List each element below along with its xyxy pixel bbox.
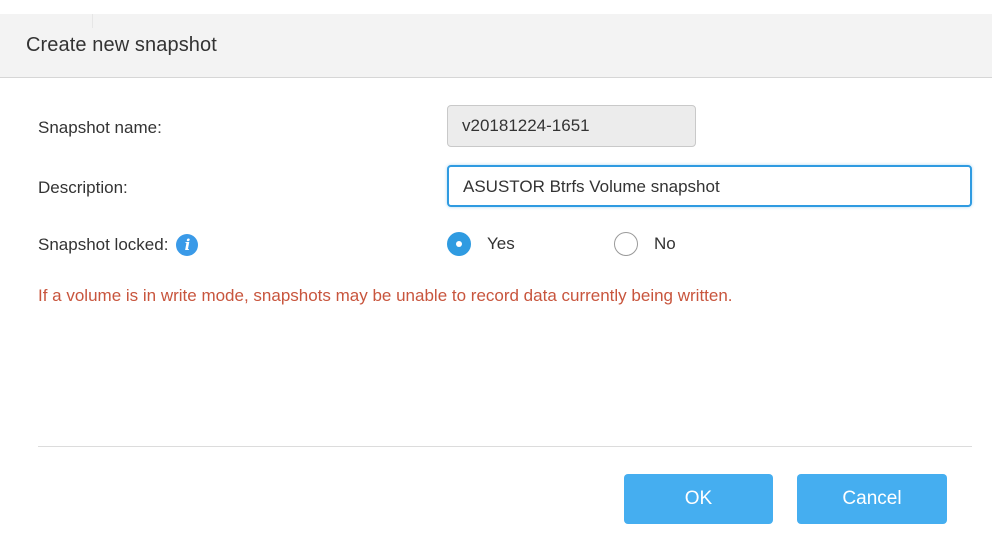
description-field[interactable]: ASUSTOR Btrfs Volume snapshot bbox=[447, 165, 972, 207]
radio-no-unselected-icon[interactable] bbox=[614, 232, 638, 256]
cancel-button[interactable]: Cancel bbox=[797, 474, 947, 524]
locked-no-option[interactable]: No bbox=[614, 232, 676, 256]
snapshot-locked-label: Snapshot locked: bbox=[38, 235, 169, 254]
title-bar-divider bbox=[92, 14, 93, 28]
locked-no-label[interactable]: No bbox=[654, 234, 676, 254]
footer-divider bbox=[38, 446, 972, 447]
info-icon[interactable]: i bbox=[176, 234, 199, 256]
write-mode-warning: If a volume is in write mode, snapshots … bbox=[38, 286, 733, 305]
dialog-title-bar: Create new snapshot bbox=[0, 14, 992, 78]
dialog-title: Create new snapshot bbox=[26, 34, 217, 56]
ok-button[interactable]: OK bbox=[624, 474, 773, 524]
radio-yes-selected-icon[interactable] bbox=[447, 232, 471, 256]
create-snapshot-dialog: Create new snapshot Snapshot name: v2018… bbox=[0, 0, 992, 540]
snapshot-name-label: Snapshot name: bbox=[38, 118, 162, 137]
description-label: Description: bbox=[38, 178, 128, 197]
locked-yes-label[interactable]: Yes bbox=[487, 234, 515, 254]
snapshot-name-field: v20181224-1651 bbox=[447, 105, 696, 147]
snapshot-locked-row: Snapshot locked: i bbox=[38, 234, 199, 256]
locked-yes-option[interactable]: Yes bbox=[447, 232, 515, 256]
